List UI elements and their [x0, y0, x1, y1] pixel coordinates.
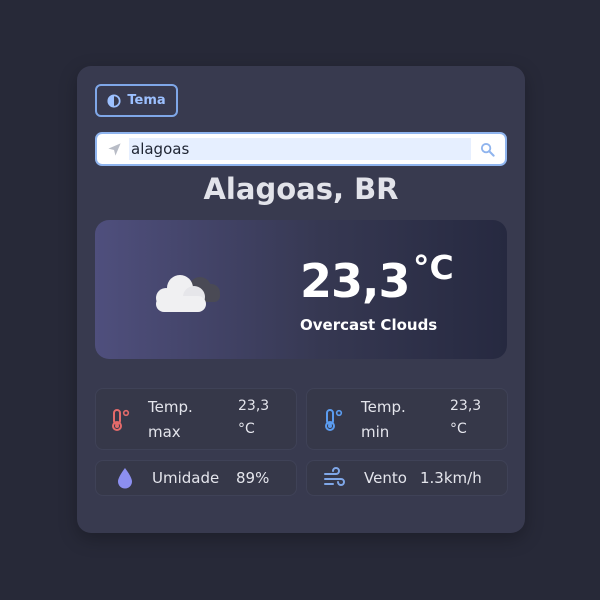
temp-max-value-line1: 23,3: [238, 398, 270, 414]
humidity-value: 89%: [236, 469, 270, 487]
theme-contrast-icon: [107, 93, 121, 108]
weather-description: Overcast Clouds: [300, 316, 438, 334]
temp-min-value-line1: 23,3: [450, 398, 482, 414]
wind-icon: [324, 467, 345, 486]
search-icon[interactable]: [480, 142, 495, 157]
temp-max-label-line1: Temp.: [148, 398, 193, 416]
temp-min-value-line2: °C: [450, 421, 467, 437]
theme-button-label: Tema: [127, 93, 166, 108]
current-weather-panel: 23,3 °C Overcast Clouds: [95, 220, 507, 359]
wind-label: Vento: [364, 469, 407, 487]
temp-max-tile: Temp. max 23,3 °C: [95, 388, 297, 450]
temp-max-label-line2: max: [148, 423, 181, 441]
search-input[interactable]: [129, 138, 471, 160]
temp-min-label-line1: Temp.: [361, 398, 406, 416]
location-arrow-icon[interactable]: [107, 142, 122, 157]
thermometer-cold-icon: [325, 409, 343, 431]
thermometer-hot-icon: [112, 409, 130, 431]
weather-card: Tema Alagoas, BR 23,3 °C Overcast Clouds: [77, 66, 525, 533]
temp-min-label-line2: min: [361, 423, 390, 441]
temp-max-value-line2: °C: [238, 421, 255, 437]
humidity-label: Umidade: [152, 469, 220, 487]
search-bar: [95, 132, 507, 166]
temp-min-tile: Temp. min 23,3 °C: [306, 388, 508, 450]
city-title: Alagoas, BR: [203, 172, 399, 206]
current-temperature: 23,3: [300, 254, 410, 308]
theme-toggle-button[interactable]: Tema: [95, 84, 178, 117]
overcast-cloud-icon: [156, 275, 220, 312]
droplet-icon: [118, 468, 132, 489]
temperature-unit: °C: [413, 248, 454, 287]
wind-tile: Vento 1.3km/h: [306, 460, 508, 496]
humidity-tile: Umidade 89%: [95, 460, 297, 496]
wind-value: 1.3km/h: [420, 469, 482, 487]
